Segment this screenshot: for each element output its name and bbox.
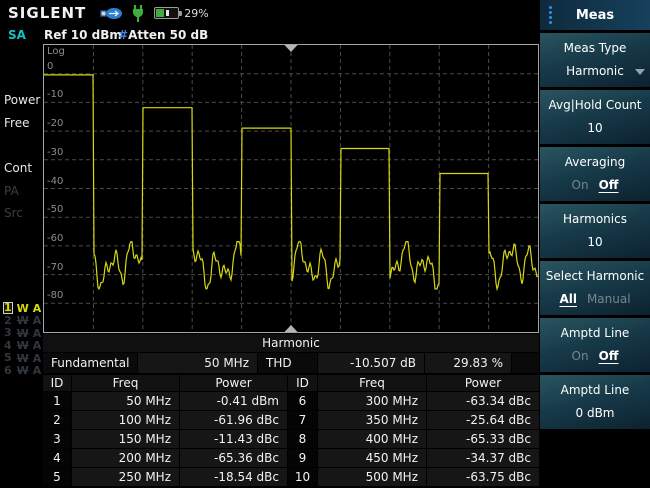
harmonic-table-header: IDFreqPowerIDFreqPower — [43, 375, 539, 391]
brand-logo: SIGLENT — [8, 4, 86, 22]
soft-menu: Meas Meas TypeHarmonicAvg|Hold Count10Av… — [540, 0, 650, 488]
attenuation-readout[interactable]: #Atten 50 dB — [118, 28, 208, 42]
usb-device-icon — [100, 7, 122, 20]
atten-coupled-flag: # — [118, 28, 128, 42]
trace-indicator-1[interactable]: 1WA — [3, 302, 41, 314]
spectrum-analyzer-screen: SIGLENT 29% SA Ref 10 dBm — [0, 0, 650, 488]
menu-header[interactable]: Meas — [540, 0, 650, 30]
harmonic-table-row: 3150 MHz-11.43 dBc8400 MHz-65.33 dBc — [43, 430, 539, 448]
status-row: SA Ref 10 dBm #Atten 50 dB — [0, 27, 540, 44]
toggle-option-on[interactable]: On — [572, 178, 589, 192]
left-label-src: Src — [4, 206, 23, 220]
fundamental-label: Fundamental — [43, 353, 137, 373]
dropdown-arrow-icon — [635, 69, 645, 75]
trace-indicator-2[interactable]: 2WA — [3, 315, 41, 327]
harmonic-table-row: 4200 MHz-65.36 dBc9450 MHz-34.37 dBc — [43, 449, 539, 467]
power-plug-icon — [131, 5, 145, 22]
softkey-harmonics-3[interactable]: Harmonics10 — [540, 204, 650, 258]
battery-percent: 29% — [184, 7, 208, 20]
softkey-amptd-line-5[interactable]: Amptd LineOnOff — [540, 318, 650, 372]
toggle-option-on[interactable]: On — [572, 349, 589, 363]
spectrum-display: Log0-10-20-30-40-50-60-70-80 — [43, 44, 539, 333]
panel-title: Harmonic — [43, 334, 539, 352]
trace-indicator-4[interactable]: 4WA — [3, 340, 41, 352]
ref-level-readout[interactable]: Ref 10 dBm — [44, 28, 122, 42]
softkey-meas-type-0[interactable]: Meas TypeHarmonic — [540, 33, 650, 87]
left-label-free: Free — [4, 116, 29, 130]
softkey-averaging-2[interactable]: AveragingOnOff — [540, 147, 650, 201]
spacer-cell — [512, 353, 539, 373]
toggle-option-off[interactable]: Off — [599, 178, 619, 192]
harmonic-table: IDFreqPowerIDFreqPower150 MHz-0.41 dBm63… — [43, 375, 539, 486]
softkey-amptd-line-6[interactable]: Amptd Line0 dBm — [540, 375, 650, 429]
left-label-power: Power — [4, 93, 40, 107]
thd-db-value: -10.507 dB — [318, 353, 424, 373]
trace-indicator-3[interactable]: 3WA — [3, 327, 41, 339]
fundamental-row: Fundamental 50 MHz THD -10.507 dB 29.83 … — [43, 353, 539, 373]
harmonic-table-row: 2100 MHz-61.96 dBc7350 MHz-25.64 dBc — [43, 411, 539, 429]
menu-grip-icon — [549, 6, 552, 24]
harmonic-table-row: 5250 MHz-18.54 dBc10500 MHz-63.75 dBc — [43, 468, 539, 486]
status-icons: 29% — [100, 5, 208, 22]
harmonic-table-row: 150 MHz-0.41 dBm6300 MHz-63.34 dBc — [43, 392, 539, 410]
top-bar: SIGLENT 29% — [0, 0, 540, 26]
trace-indicator-5[interactable]: 5WA — [3, 352, 41, 364]
fundamental-value: 50 MHz — [138, 353, 257, 373]
harmonic-result-panel: Harmonic Fundamental 50 MHz THD -10.507 … — [43, 334, 539, 487]
trace-indicator-list: 1WA2WA3WA4WA5WA6WA — [3, 302, 41, 377]
trace-plot — [44, 45, 538, 332]
thd-percent-value: 29.83 % — [425, 353, 511, 373]
thd-label: THD — [258, 353, 317, 373]
left-label-pa: PA — [4, 184, 19, 198]
left-label-cont: Cont — [4, 161, 32, 175]
mode-indicator: SA — [8, 28, 26, 42]
toggle-option-manual[interactable]: Manual — [587, 292, 631, 306]
softkey-select-harmonic-4[interactable]: Select HarmonicAllManual — [540, 261, 650, 315]
battery-icon — [154, 7, 179, 19]
toggle-option-off[interactable]: Off — [599, 349, 619, 363]
softkey-avg-hold-count-1[interactable]: Avg|Hold Count10 — [540, 90, 650, 144]
menu-title: Meas — [576, 8, 614, 23]
toggle-option-all[interactable]: All — [559, 292, 577, 306]
trace-indicator-6[interactable]: 6WA — [3, 365, 41, 377]
